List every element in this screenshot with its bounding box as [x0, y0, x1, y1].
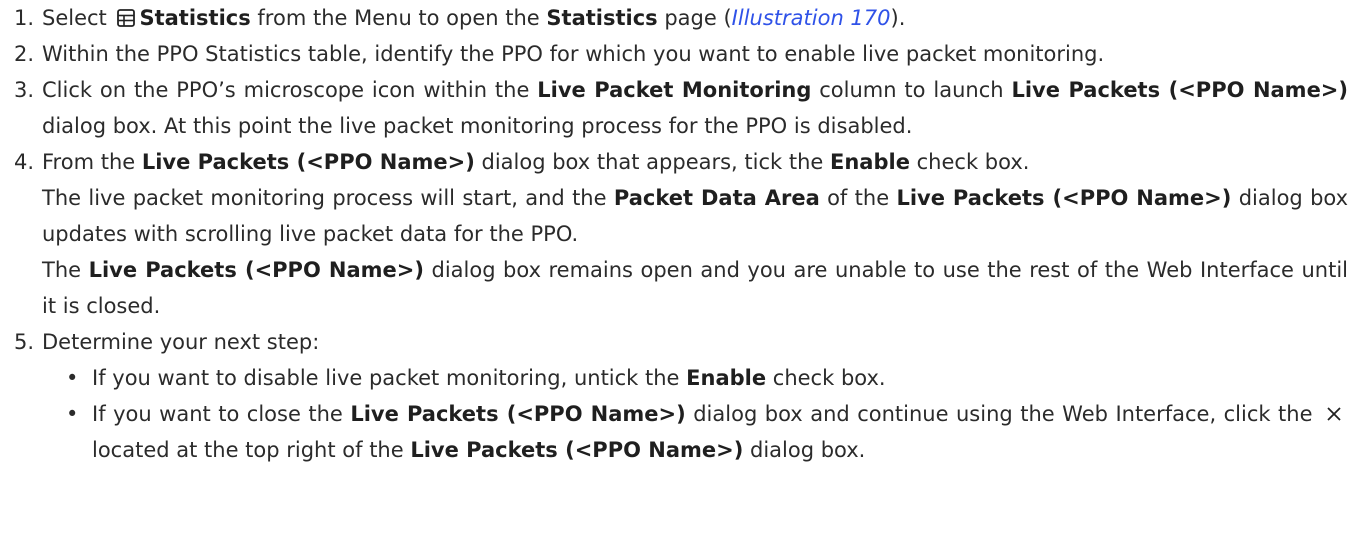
- page-name: Statistics: [546, 6, 658, 30]
- dialog-name: Live Packets (<PPO Name>): [141, 150, 475, 174]
- list-item: • If you want to disable live packet mon…: [66, 360, 1348, 396]
- list-item: • If you want to close the Live Packets …: [66, 396, 1348, 468]
- menu-item-name: Statistics: [139, 6, 251, 30]
- step-number: 3.: [13, 78, 34, 102]
- table-grid-icon: [117, 2, 136, 27]
- step-text: Determine your next step:: [42, 330, 320, 354]
- dialog-name: Live Packets (<PPO Name>): [1011, 78, 1349, 102]
- dialog-name: Live Packets (<PPO Name>): [410, 438, 744, 462]
- step-text: Click on the PPO’s microscope icon withi…: [42, 78, 538, 102]
- column-name: Live Packet Monitoring: [537, 78, 812, 102]
- step-2: 2. Within the PPO Statistics table, iden…: [14, 36, 1348, 72]
- bullet: •: [66, 402, 79, 426]
- dialog-name: Live Packets (<PPO Name>): [350, 402, 686, 426]
- step-5: 5. Determine your next step:: [14, 324, 1348, 360]
- bullet: •: [66, 366, 79, 390]
- step-4-paragraph-3: The Live Packets (<PPO Name>) dialog box…: [42, 258, 1348, 318]
- document-page: 1. Select Statistics from the Menu to op…: [0, 0, 1358, 547]
- step-1: 1. Select Statistics from the Menu to op…: [14, 0, 1348, 36]
- step-number: 2.: [13, 42, 34, 66]
- step-number: 4.: [13, 150, 34, 174]
- checkbox-name: Enable: [830, 150, 910, 174]
- step-4: 4. From the Live Packets (<PPO Name>) di…: [14, 144, 1348, 180]
- step-number: 5.: [13, 330, 34, 354]
- step-text: Within the PPO Statistics table, identif…: [42, 42, 1105, 66]
- step-5-bullet-list: • If you want to disable live packet mon…: [20, 360, 1348, 468]
- step-number: 1.: [13, 6, 34, 30]
- close-x-icon: [1326, 397, 1342, 421]
- step-text: Select: [42, 6, 114, 30]
- step-text: From the: [42, 150, 142, 174]
- area-name: Packet Data Area: [613, 186, 820, 210]
- dialog-name: Live Packets (<PPO Name>): [88, 258, 424, 282]
- dialog-name: Live Packets (<PPO Name>): [896, 186, 1232, 210]
- step-3: 3. Click on the PPO’s microscope icon wi…: [14, 72, 1349, 144]
- illustration-link[interactable]: Illustration 170: [732, 6, 891, 30]
- checkbox-name: Enable: [686, 366, 767, 390]
- step-4-paragraph-2: The live packet monitoring process will …: [42, 186, 1349, 246]
